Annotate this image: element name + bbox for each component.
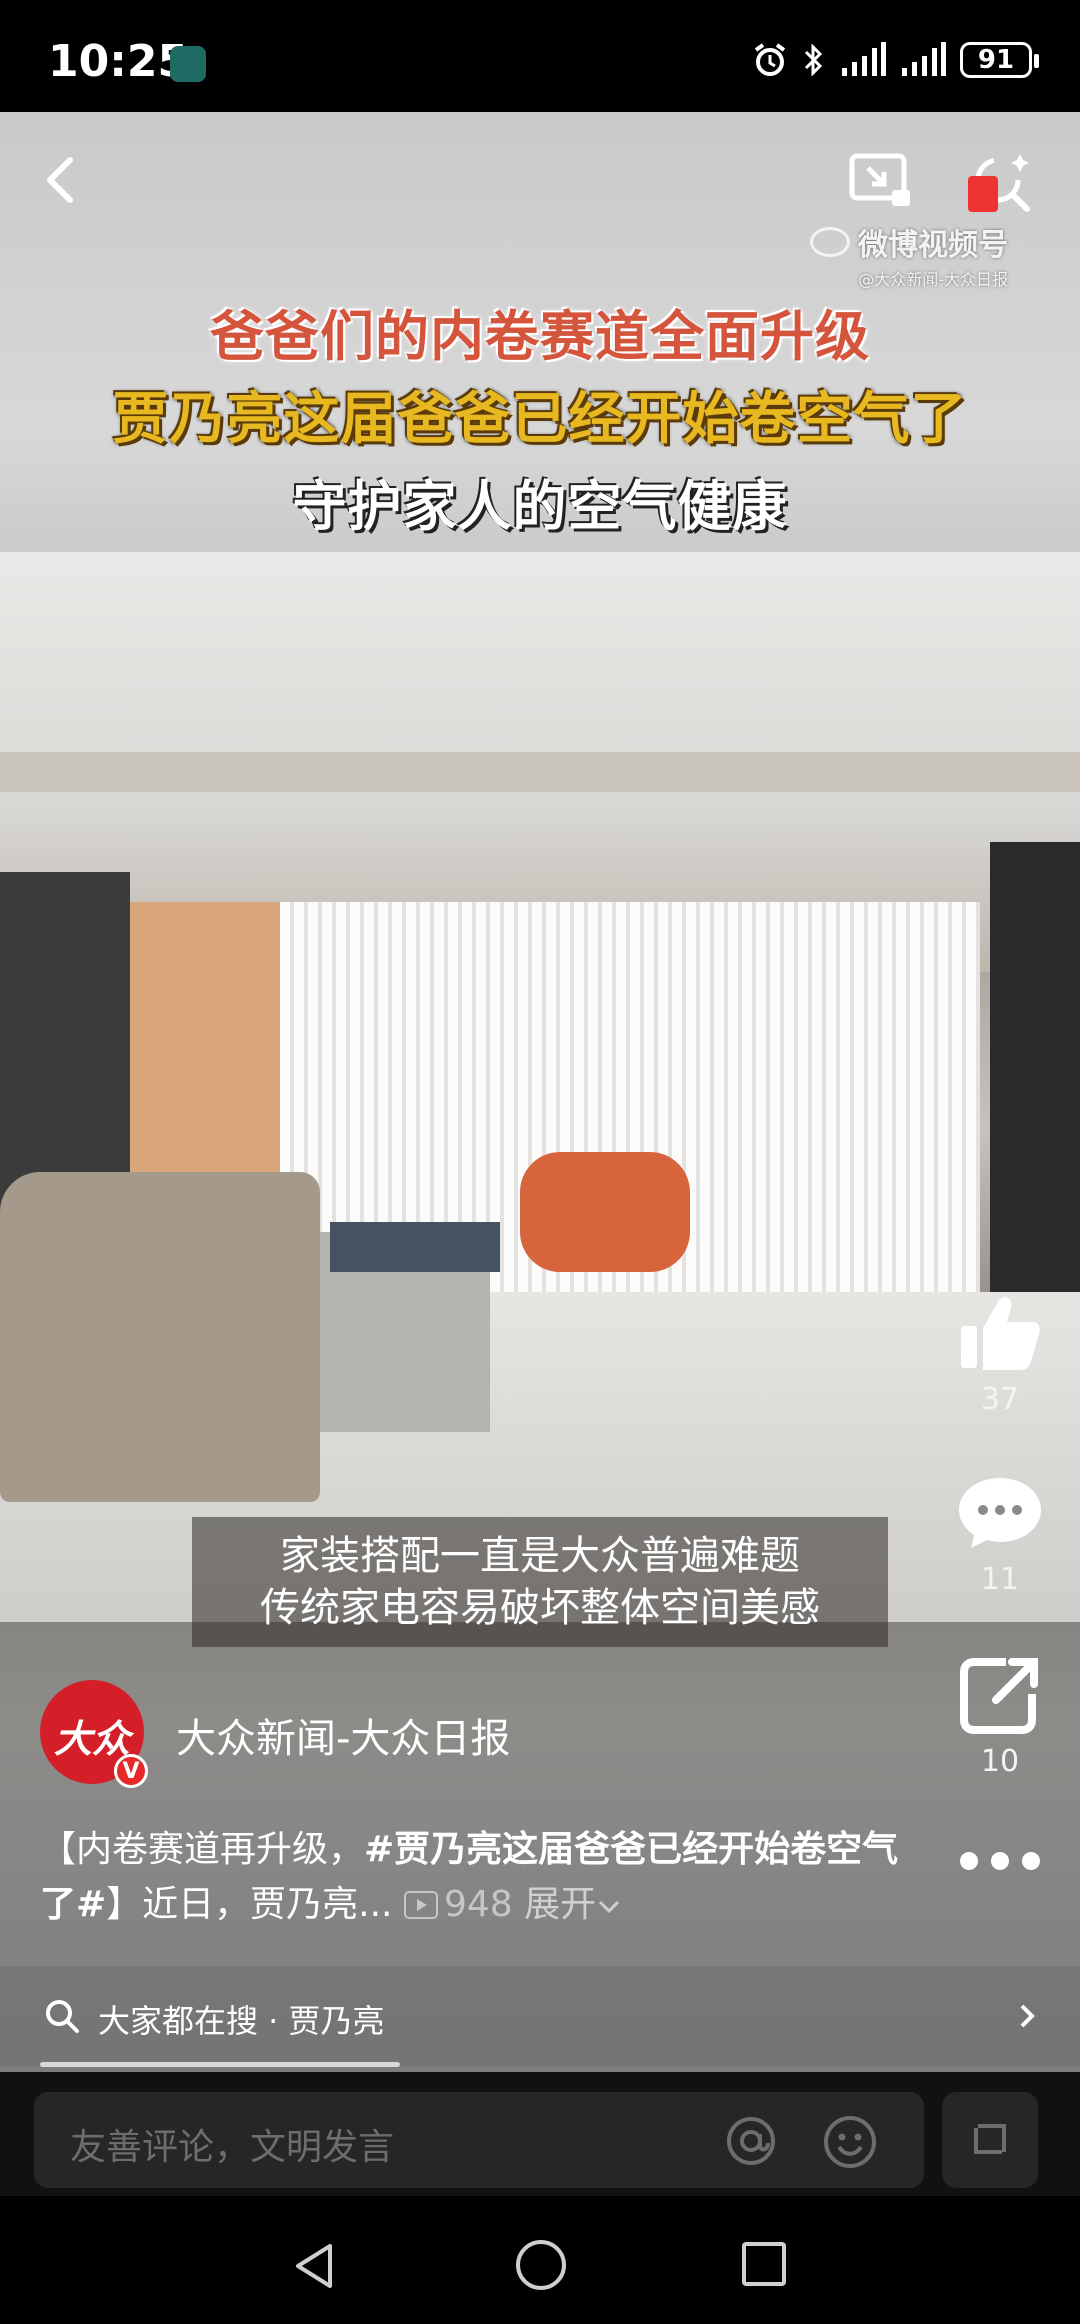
like-count: 37 [980,1382,1020,1417]
video-scene-tv [990,842,1080,1362]
comment-button[interactable]: 11 [950,1472,1050,1597]
share-count: 10 [980,1744,1020,1779]
caption-prefix: 【内卷赛道再升级， [40,1829,365,1870]
subtitle-line-2: 传统家电容易破坏整体空间美感 [260,1585,820,1631]
caption-suffix: 】近日，贾乃亮... [106,1884,393,1925]
back-arrow-icon[interactable] [30,148,94,212]
watermark-main: 微博视频号 [858,228,1008,263]
comment-bubble-icon [959,1478,1041,1548]
mention-at-icon[interactable] [724,2114,778,2168]
video-caption: 【内卷赛道再升级，#贾乃亮这届爸爸已经开始卷空气了#】近日，贾乃亮... 948… [40,1822,920,1932]
trending-search-bar[interactable]: 大家都在搜 · 贾乃亮 [0,1966,1080,2066]
thumbs-up-icon [961,1297,1040,1370]
video-title-line-1: 爸爸们的内卷赛道全面升级 [210,305,870,368]
video-title-line-3: 守护家人的空气健康 [292,475,788,538]
account-name[interactable]: 大众新闻-大众日报 [176,1706,510,1764]
red-packet-icon[interactable] [968,176,998,212]
more-dot-icon [991,1852,1009,1870]
watermark-sub: @大众新闻-大众日报 [858,270,1008,289]
video-progress-bar[interactable] [40,2062,400,2067]
verified-badge: V [114,1754,148,1788]
nav-home-icon[interactable] [516,2240,566,2290]
fullscreen-button[interactable] [942,2092,1038,2188]
status-indicators: 91 [752,38,1039,82]
chevron-right-icon [1020,2004,1035,2028]
share-icon [960,1658,1038,1734]
video-player[interactable]: 爸爸们的内卷赛道全面升级 贾乃亮这届爸爸已经开始卷空气了 守护家人的空气健康 微… [0,112,1080,2072]
alarm-icon [754,43,786,76]
battery-indicator: 91 [960,42,1039,78]
fullscreen-icon [974,2124,1006,2154]
like-button[interactable]: 37 [950,1292,1050,1417]
subtitle-line-1: 家装搭配一直是大众普遍难题 [280,1533,800,1579]
more-dot-icon [960,1852,978,1870]
chevron-down-icon [599,1900,620,1914]
avatar[interactable]: 大众 V [40,1680,148,1788]
video-scene-armchair [520,1152,690,1272]
comment-input[interactable]: 友善评论，文明发言 [34,2092,924,2188]
signal-icon [842,42,886,76]
expand-label: 展开 [524,1884,597,1925]
video-title-line-2: 贾乃亮这届爸爸已经开始卷空气了 [112,387,968,452]
play-count-icon [403,1891,438,1919]
more-options-button[interactable] [960,1852,1040,1876]
nav-back-icon[interactable] [290,2240,340,2292]
status-time: 10:25 [48,36,189,87]
comment-count: 11 [980,1562,1020,1597]
bluetooth-icon [804,43,823,77]
video-watermark: 微博视频号 @大众新闻-大众日报 [810,220,1008,290]
share-button[interactable]: 10 [950,1654,1050,1779]
cast-screen-icon[interactable] [848,150,914,214]
video-subtitle: 家装搭配一直是大众普遍难题 传统家电容易破坏整体空间美感 [192,1517,888,1647]
comment-placeholder: 友善评论，文明发言 [70,2127,395,2168]
search-icon [46,2000,79,2033]
expand-button[interactable]: 展开 [524,1884,622,1925]
view-count: 948 [403,1884,513,1925]
emoji-icon[interactable] [822,2114,878,2170]
video-scene-beam [0,752,1080,792]
weibo-logo-icon [810,227,850,257]
trending-search-text: 大家都在搜 · 贾乃亮 [98,2002,385,2040]
status-bar: 10:25 91 [0,0,1080,112]
app-notification-icon [170,46,206,82]
video-scene-tray [330,1222,500,1272]
avatar-logo-text: 大众 [53,1716,130,1761]
nav-recent-apps-icon[interactable] [742,2242,786,2286]
video-scene-sofa [0,1172,320,1502]
view-count-value: 948 [443,1884,513,1925]
signal-icon [902,42,946,76]
more-dot-icon [1022,1852,1040,1870]
